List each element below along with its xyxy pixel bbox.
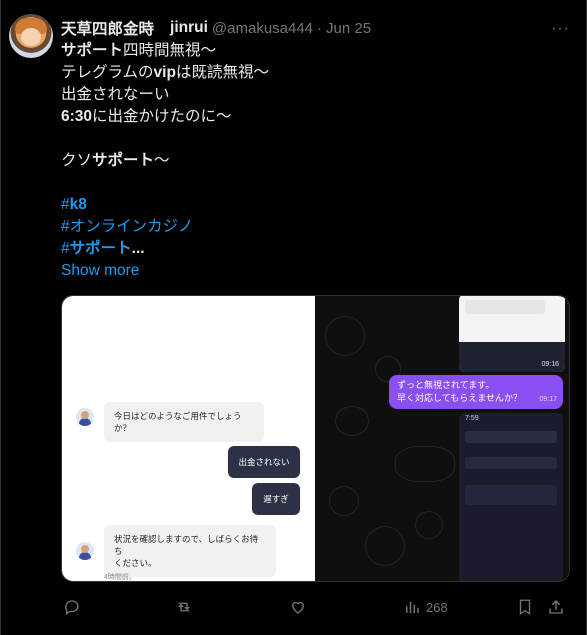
text-line [61,172,561,194]
telegram-chat-screenshot: 09:16 ずっと無視されてます。 早く対応してもらえませんか？ 09:17 7… [315,296,569,581]
handle-name[interactable]: jinrui [170,19,208,37]
text-bold: 6:30 [61,108,93,125]
hashtag-k8[interactable]: #k8 [61,194,561,216]
views-button[interactable]: 268 [403,596,448,618]
text-line: サポート四時間無視〜 [61,40,561,62]
share-button[interactable] [547,596,565,618]
like-button[interactable] [289,596,307,618]
telegram-message-text: ずっと無視されてます。 早く対応してもらえませんか？ [397,380,523,403]
phone-tab-bar [465,457,557,469]
text-line: テレグラムのvipは既読無視〜 [61,62,561,84]
text-line: クソサポート〜 [61,150,561,172]
avatar-face [21,28,41,46]
embedded-screenshot-top: 09:16 [459,296,565,372]
heart-icon [292,601,304,614]
hashtag-support[interactable]: #サポート [61,240,132,257]
views-icon [406,601,419,613]
user-message: 出金されない [228,446,300,478]
hashtag-text: サポート [69,240,132,257]
post-text: サポート四時間無視〜 テレグラムのvipは既読無視〜 出金されなーい 6:30に… [61,40,561,282]
text-segment: は既読無視〜 [175,64,269,81]
text-segment: に出金かけたのに〜 [92,108,232,125]
views-count: 268 [426,599,448,615]
repost-button[interactable] [175,596,193,618]
hashtag-online-casino[interactable]: #オンラインカジノ [61,216,561,238]
text-segment: 出金されなーい [61,86,170,103]
media-attachment[interactable]: 今日はどのようなご用件でしょうか？ 出金されない 遅すぎ 状況を確認しますので、… [61,295,570,582]
hash-symbol: # [61,240,70,257]
bot-message: 状況を確認しますので、しばらくお待ち ください。 [104,525,276,577]
hashtag-text: k8 [69,196,87,213]
post-container: 天草四郎金時 jinrui @amakusa444 · Jun 25 ··· サ… [0,0,587,635]
telegram-message-time: 09:17 [539,396,557,403]
embedded-time: 09:16 [541,361,559,368]
reply-button[interactable] [63,596,81,618]
wallpaper-doodle [415,511,443,539]
wallpaper-doodle [395,446,455,482]
text-bold: サポート [92,152,155,169]
user-message: 遅すぎ [252,483,300,515]
wallpaper-doodle [325,316,365,356]
wallpaper-doodle [335,406,369,436]
share-icon [549,600,563,614]
post-actions: 268 [61,596,573,618]
phone-time: 7:59 [465,415,479,422]
wallpaper-doodle [365,526,405,566]
hash-symbol: # [61,196,70,213]
text-line: 6:30に出金かけたのに〜 [61,106,561,128]
hashtag-line: #サポート... [61,238,561,260]
post-date[interactable]: Jun 25 [326,20,371,37]
text-segment: 〜 [154,152,170,169]
message-timestamp: 4時間前。 [104,574,136,581]
ellipsis: ... [131,240,145,257]
post-header: 天草四郎金時 jinrui @amakusa444 · Jun 25 [61,18,371,38]
more-options-icon[interactable]: ··· [551,20,570,38]
phone-row [465,485,557,505]
text-segment: テレグラムの [61,64,154,81]
bot-avatar [76,542,94,560]
bookmark-icon [519,599,531,616]
text-segment: 四時間無視〜 [123,42,217,59]
avatar[interactable] [9,14,53,58]
wallpaper-doodle [329,486,359,516]
bot-message: 今日はどのようなご用件でしょうか？ [104,402,264,442]
handle[interactable]: @amakusa444 [212,20,313,37]
phone-header-bar [465,431,557,443]
show-more-link[interactable]: Show more [61,260,561,282]
separator: · [317,19,323,37]
text-line: 出金されなーい [61,84,561,106]
repost-icon [178,602,190,612]
bookmark-button[interactable] [516,596,534,618]
support-chat-screenshot: 今日はどのようなご用件でしょうか？ 出金されない 遅すぎ 状況を確認しますので、… [62,296,315,581]
text-bold: vip [153,64,176,81]
text-segment: クソ [61,152,93,169]
text-bold: サポート [61,42,124,59]
embedded-screenshot-bottom: 7:59 [459,413,563,581]
reply-icon [65,600,79,616]
display-name[interactable]: 天草四郎金時 [61,17,154,39]
telegram-message: ずっと無視されてます。 早く対応してもらえませんか？ 09:17 [389,375,563,409]
bot-avatar [76,408,94,426]
text-line [61,128,561,150]
embedded-message [465,300,545,314]
